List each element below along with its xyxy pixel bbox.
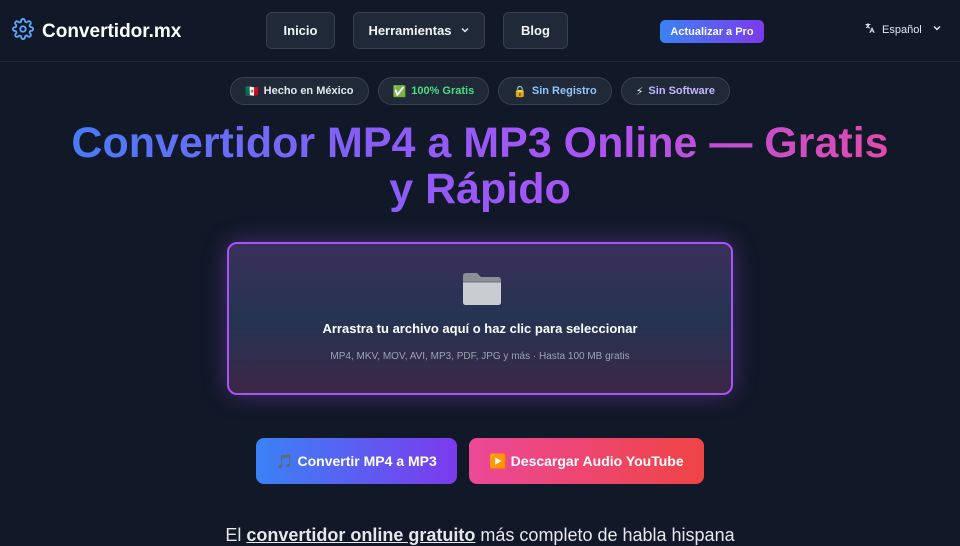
chevron-down-icon — [460, 23, 470, 38]
intro-text: El convertidor online gratuito más compl… — [0, 525, 960, 546]
badge-label: Sin Software — [648, 85, 716, 97]
brand-logo[interactable]: Convertidor.mx — [12, 18, 181, 45]
gear-icon — [12, 18, 34, 45]
brand-name: Convertidor.mx — [42, 20, 182, 42]
badge-no-software: ⚡ Sin Software — [620, 77, 731, 105]
badge-made-in-mexico: 🇲🇽 Hecho en México — [229, 77, 369, 105]
intro-after: más completo de habla hispana — [475, 525, 735, 545]
youtube-button-label: ▶️ Descargar Audio YouTube — [489, 452, 684, 469]
badge-free: ✅ 100% Gratis — [377, 77, 490, 105]
check-icon: ✅ — [392, 85, 407, 98]
language-label: Español — [882, 23, 922, 36]
badge-label: 100% Gratis — [411, 85, 475, 97]
badge-no-registration: 🔒 Sin Registro — [498, 77, 612, 105]
nav-tools-dropdown[interactable]: Herramientas — [353, 12, 485, 49]
site-header: Convertidor.mx Inicio Herramientas Blog … — [0, 0, 960, 62]
lock-icon: 🔒 — [513, 85, 527, 98]
upgrade-pro-button[interactable]: Actualizar a Pro — [660, 20, 764, 43]
dropzone-subtitle: MP4, MKV, MOV, AVI, MP3, PDF, JPG y más … — [330, 351, 630, 362]
nav-tools-label: Herramientas — [368, 23, 452, 38]
badge-label: Hecho en México — [263, 85, 354, 97]
intro-before: El — [225, 525, 247, 545]
nav-blog-label: Blog — [521, 23, 550, 38]
nav-home-button[interactable]: Inicio — [266, 12, 335, 49]
upgrade-pro-label: Actualizar a Pro — [670, 25, 754, 38]
title-line-2: y Rápido — [389, 165, 571, 213]
nav-blog-button[interactable]: Blog — [503, 12, 568, 49]
lightning-icon: ⚡ — [635, 85, 644, 98]
download-youtube-audio-button[interactable]: ▶️ Descargar Audio YouTube — [469, 438, 704, 484]
convert-mp4-mp3-button[interactable]: 🎵 Convertir MP4 a MP3 — [256, 438, 457, 484]
translate-icon — [864, 22, 876, 37]
feature-badges: 🇲🇽 Hecho en México ✅ 100% Gratis 🔒 Sin R… — [0, 77, 960, 105]
dropzone-title: Arrastra tu archivo aquí o haz clic para… — [322, 321, 638, 336]
mexico-flag-icon: 🇲🇽 — [244, 85, 259, 98]
convert-button-label: 🎵 Convertir MP4 a MP3 — [276, 452, 437, 469]
nav-home-label: Inicio — [283, 23, 318, 38]
title-line-1: Convertidor MP4 a MP3 Online — Gratis — [71, 119, 889, 167]
file-dropzone[interactable]: Arrastra tu archivo aquí o haz clic para… — [227, 242, 733, 395]
badge-label: Sin Registro — [531, 85, 597, 97]
page-title: Convertidor MP4 a MP3 Online — Gratis y … — [0, 120, 960, 212]
folder-icon — [460, 268, 504, 313]
chevron-down-icon — [932, 23, 942, 36]
language-selector[interactable]: Español — [864, 22, 942, 37]
intro-link[interactable]: convertidor online gratuito — [246, 525, 475, 545]
